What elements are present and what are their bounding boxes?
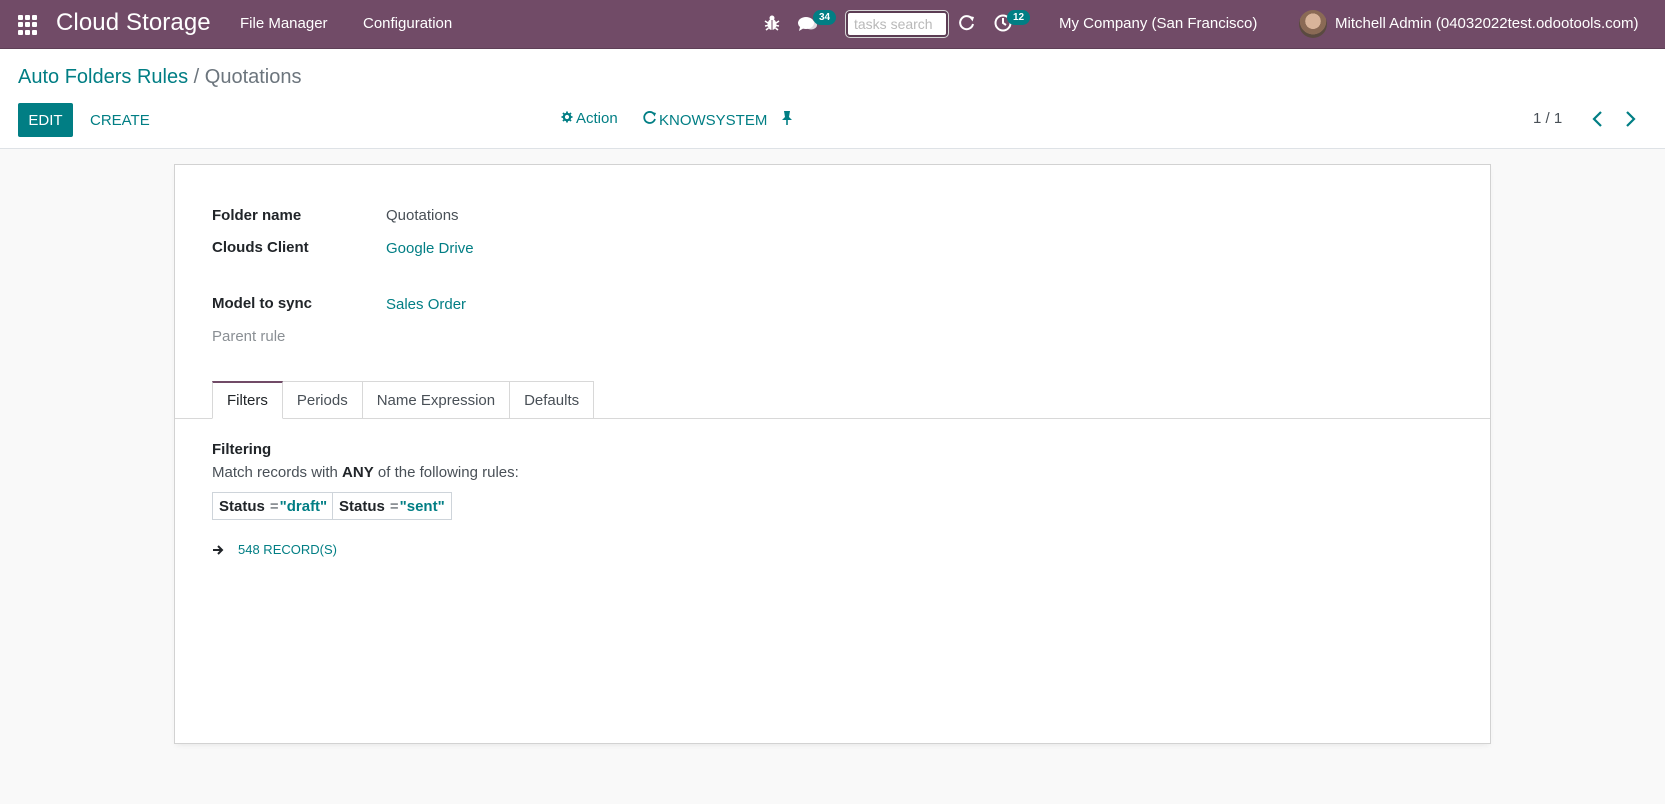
folder-name-value: Quotations <box>386 207 459 224</box>
knowsystem-button[interactable]: KNOWSYSTEM <box>642 110 767 130</box>
menu-file-manager[interactable]: File Manager <box>240 15 328 32</box>
action-menu[interactable]: Action <box>561 110 618 127</box>
refresh-icon[interactable] <box>957 13 979 35</box>
clouds-client-link[interactable]: Google Drive <box>386 240 474 257</box>
pin-icon[interactable] <box>781 110 793 126</box>
rule-field: Status <box>339 497 385 515</box>
tab-defaults[interactable]: Defaults <box>510 381 595 419</box>
user-menu[interactable]: Mitchell Admin (04032022test.odootools.c… <box>1335 15 1639 32</box>
rule-operator: = <box>269 497 279 515</box>
filtering-desc-prefix: Match records with <box>212 464 338 481</box>
folder-name-label: Folder name <box>212 207 302 224</box>
menu-configuration[interactable]: Configuration <box>363 15 452 32</box>
create-button[interactable]: CREATE <box>82 103 158 137</box>
company-switcher[interactable]: My Company (San Francisco) <box>1059 15 1257 32</box>
domain-rule-chip[interactable]: Status = "sent" <box>332 492 452 520</box>
chevron-left-icon[interactable] <box>1588 108 1608 130</box>
notebook-tabs: Filters Periods Name Expression Defaults <box>212 381 595 419</box>
edit-button[interactable]: EDIT <box>18 103 73 137</box>
app-name[interactable]: Cloud Storage <box>56 9 211 37</box>
pager-value[interactable]: 1 / 1 <box>1533 110 1562 127</box>
apps-grid-icon[interactable] <box>18 15 38 35</box>
filtering-title: Filtering <box>212 441 272 458</box>
chevron-right-icon[interactable] <box>1620 108 1640 130</box>
chat-badge: 34 <box>813 10 837 25</box>
top-navbar: Cloud Storage File Manager Configuration… <box>0 0 1665 49</box>
action-label: Action <box>576 110 618 127</box>
user-avatar[interactable] <box>1299 10 1327 38</box>
arrow-right-icon <box>213 544 224 555</box>
rule-value: "sent" <box>399 497 445 515</box>
gear-icon <box>561 110 573 127</box>
filtering-desc-suffix: of the following rules: <box>377 464 519 481</box>
records-count-label: 548 RECORD(S) <box>238 542 337 557</box>
activity-badge: 12 <box>1007 10 1031 25</box>
rule-field: Status <box>219 497 265 515</box>
model-to-sync-link[interactable]: Sales Order <box>386 296 466 313</box>
tab-periods[interactable]: Periods <box>282 381 363 419</box>
tab-filters[interactable]: Filters <box>212 381 283 419</box>
breadcrumb: Auto Folders Rules / Quotations <box>18 66 302 89</box>
domain-rule-chip[interactable]: Status = "draft" <box>212 492 335 520</box>
tasks-search-input[interactable] <box>845 10 949 38</box>
model-to-sync-label: Model to sync <box>212 295 313 312</box>
bug-icon[interactable] <box>762 13 784 35</box>
knowsystem-label: KNOWSYSTEM <box>659 111 768 129</box>
filtering-desc-any[interactable]: ANY <box>342 464 374 481</box>
breadcrumb-separator: / <box>193 66 200 88</box>
parent-rule-label: Parent rule <box>212 328 286 345</box>
tab-name-expression[interactable]: Name Expression <box>362 381 511 419</box>
clouds-client-label: Clouds Client <box>212 239 309 256</box>
rule-operator: = <box>389 497 399 515</box>
filtering-description: Match records with ANY of the following … <box>212 464 519 481</box>
rule-value: "draft" <box>279 497 328 515</box>
knowsystem-icon <box>642 110 658 130</box>
records-count-link[interactable]: 548 RECORD(S) <box>212 542 337 557</box>
form-sheet: Folder name Quotations Clouds Client Goo… <box>174 164 1491 744</box>
breadcrumb-parent[interactable]: Auto Folders Rules <box>18 66 188 88</box>
breadcrumb-current: Quotations <box>204 66 302 88</box>
